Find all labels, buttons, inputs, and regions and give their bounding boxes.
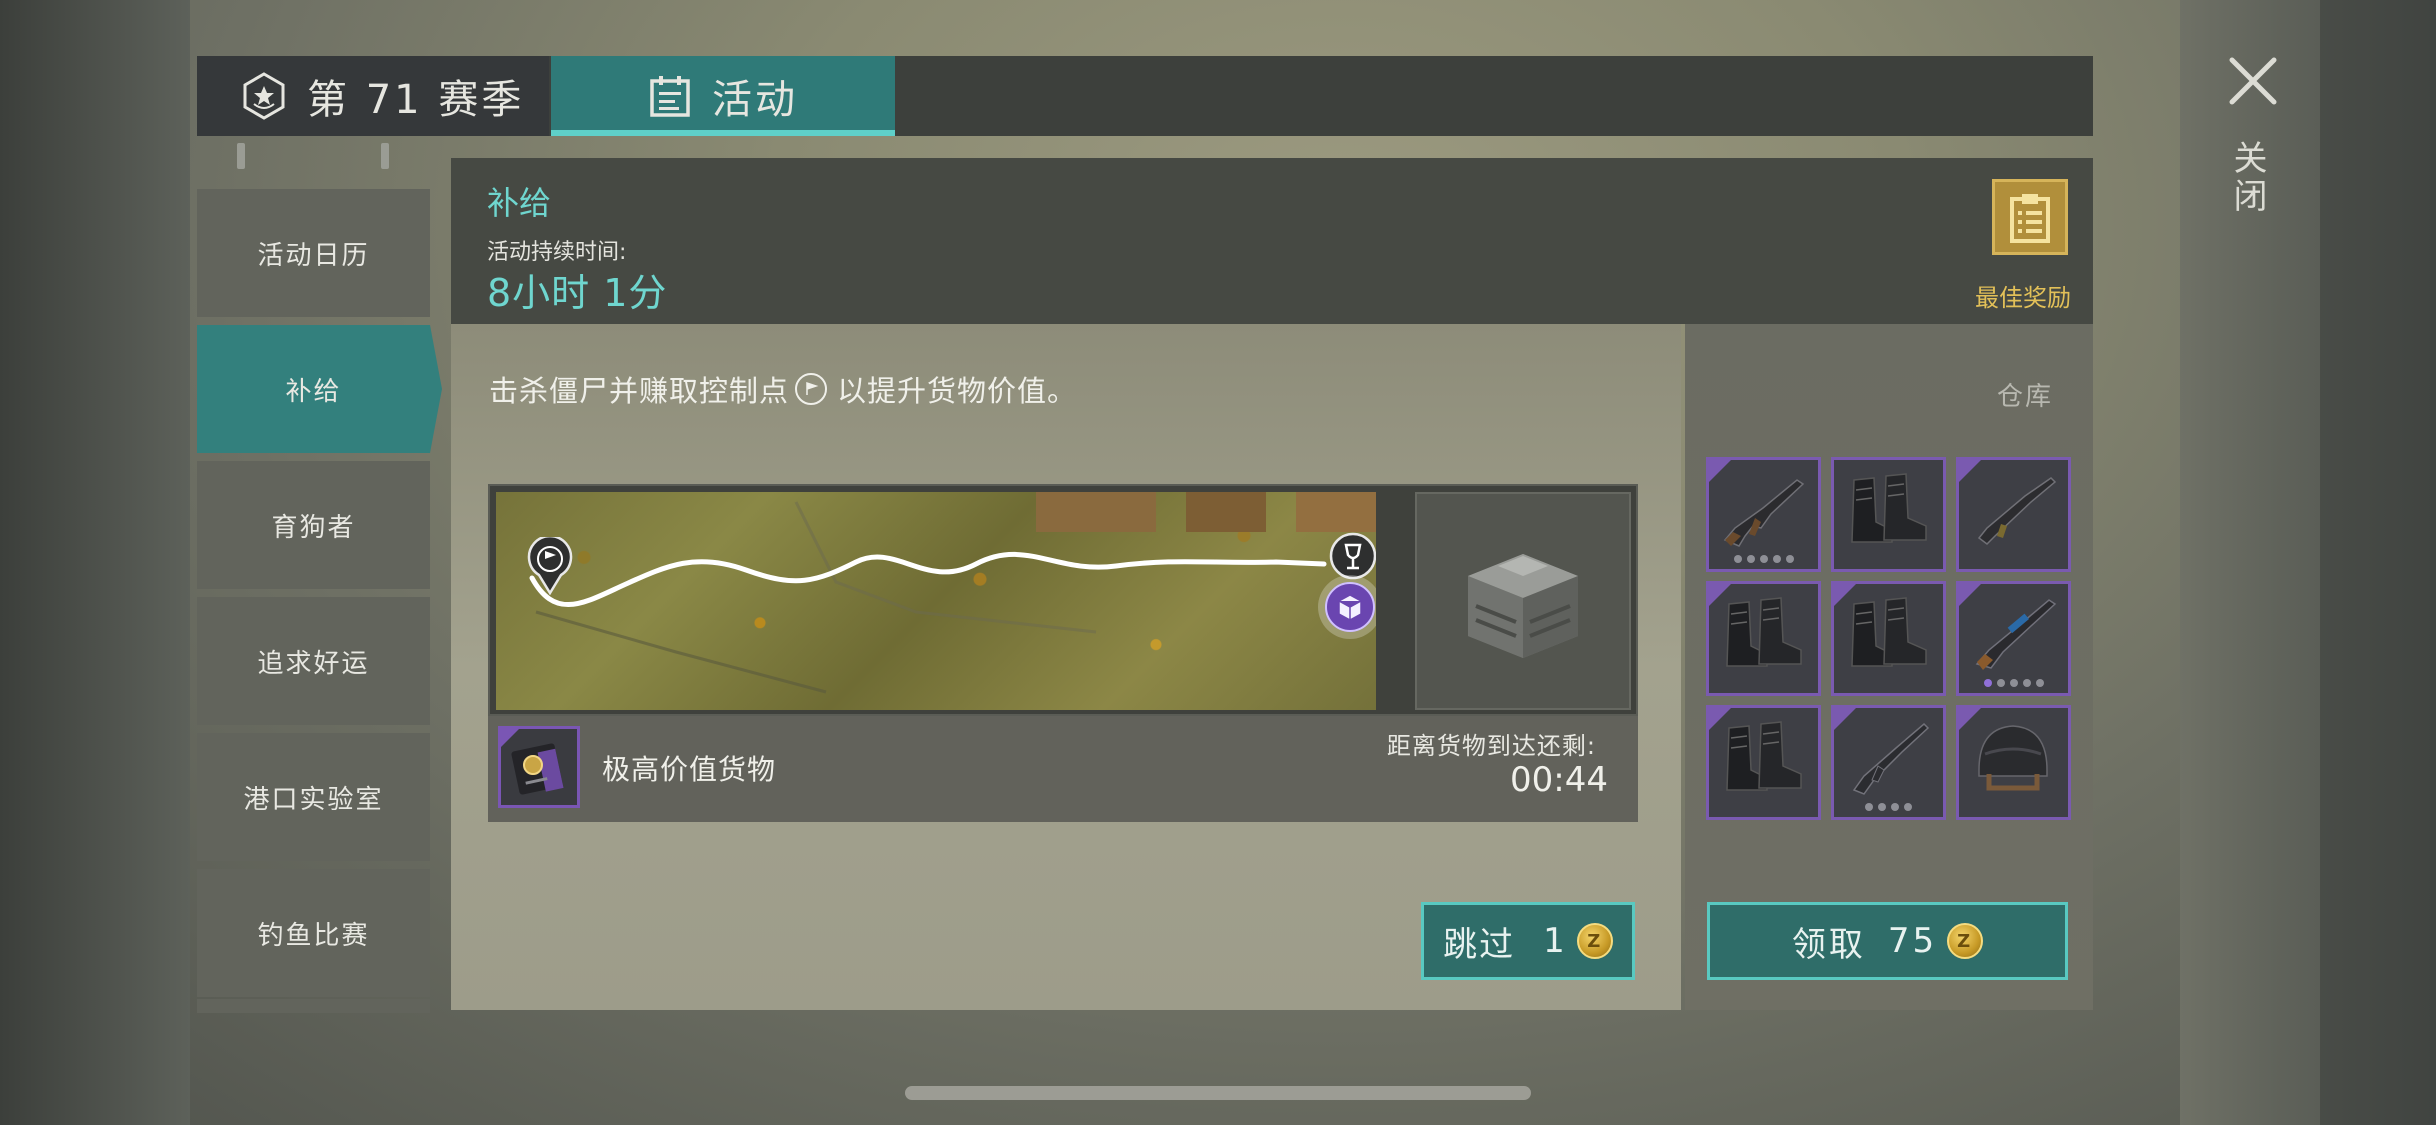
upgrade-dot: [1983, 679, 1992, 687]
skip-cost: 1: [1543, 921, 1567, 961]
event-header: 补给 活动持续时间: 8小时 1分 最佳奖励: [451, 158, 2093, 324]
warehouse-slot[interactable]: [1956, 581, 2071, 696]
background-left: [0, 0, 190, 1125]
upgrade-dot: [2009, 679, 2018, 687]
clipboard-icon: [2010, 194, 2050, 243]
control-point-flag-icon: [795, 373, 828, 405]
close-label[interactable]: 关闭: [2227, 140, 2272, 216]
assault-rifle-scoped-icon: [1975, 599, 2057, 670]
cargo-info-row: 极高价值货物 距离货物到达还剩: 00:44: [488, 716, 1638, 822]
calendar-list-icon: [650, 76, 690, 117]
sidebar-item-port-lab[interactable]: 港口实验室: [197, 733, 430, 861]
cargo-thumbnail[interactable]: [498, 726, 580, 808]
event-body: 击杀僵尸并赚取控制点 以提升货物价值。 极高价值货物 距离货物到达还剩: 00:…: [451, 324, 1681, 1010]
claim-button-label: 领取: [1791, 924, 1866, 965]
tab-activity[interactable]: 活动: [551, 56, 895, 136]
gold-coin-icon: Z: [1947, 923, 1984, 959]
warehouse-slot[interactable]: [1831, 705, 1946, 820]
upgrade-dot: [1904, 803, 1912, 811]
home-indicator[interactable]: [905, 1086, 1531, 1100]
upgrade-dot: [1996, 679, 2005, 687]
sidebar-item-supply[interactable]: 补给: [197, 325, 442, 453]
sidebar-item-dog-breeder[interactable]: 育狗者: [197, 461, 430, 589]
claim-cost: 75: [1887, 921, 1938, 961]
sidebar-item-label: 追求好运: [257, 648, 370, 679]
rail-pin: [237, 143, 245, 169]
best-reward-button[interactable]: [1992, 179, 2068, 255]
claim-button[interactable]: 领取 75 Z: [1707, 902, 2068, 980]
boots-icon: [1851, 597, 1927, 667]
rail-pin: [381, 143, 389, 169]
upgrade-dot: [2035, 679, 2044, 687]
upgrade-dot: [1746, 555, 1755, 563]
upgrade-dot: [1891, 803, 1899, 811]
route-map-box: [488, 484, 1638, 716]
cargo-eta-label: 距离货物到达还剩:: [1386, 732, 1596, 760]
sidebar-item-next[interactable]: [197, 999, 430, 1013]
upgrade-dot: [1878, 803, 1886, 811]
boots-icon: [1726, 597, 1802, 667]
warehouse-panel: 仓库 领取 75 Z: [1685, 324, 2093, 1010]
shotgun-icon: [1977, 477, 2057, 545]
upgrade-dot: [2022, 679, 2031, 687]
upgrade-dots: [1959, 679, 2068, 687]
instruction-text: 击杀僵尸并赚取控制点 以提升货物价值。: [489, 368, 1077, 410]
warehouse-slot[interactable]: [1831, 457, 1946, 572]
sidebar-item-label: 补给: [285, 376, 342, 407]
background-right-band: [2320, 0, 2436, 1125]
boots-icon: [1726, 721, 1802, 791]
dossier-badge-icon: [501, 729, 564, 795]
boots-icon: [1851, 473, 1927, 543]
warehouse-slot[interactable]: [1706, 581, 1821, 696]
cargo-truck-marker-icon: [1318, 575, 1376, 639]
sidebar-item-fishing[interactable]: 钓鱼比赛: [197, 869, 430, 997]
warehouse-slot[interactable]: [1706, 457, 1821, 572]
metal-crate-icon: [1468, 554, 1578, 658]
rifle-m16-icon: [1852, 722, 1930, 795]
activity-sidebar: 活动日历 补给 育狗者 追求好运 港口实验室 钓鱼比赛: [197, 143, 442, 1013]
upgrade-dot: [1772, 555, 1781, 563]
route-path: [529, 501, 1327, 694]
upgrade-dot: [1759, 555, 1768, 563]
route-map: [496, 492, 1376, 710]
sidebar-rail: [197, 143, 430, 179]
upgrade-dot: [1733, 555, 1742, 563]
top-tab-bar: 第 71 赛季 活动: [197, 56, 2093, 136]
season-badge-icon: [243, 72, 285, 120]
upgrade-dot: [1865, 803, 1873, 811]
warehouse-slot[interactable]: [1956, 457, 2071, 572]
tab-season[interactable]: 第 71 赛季: [197, 56, 549, 136]
tab-season-label: 第 71 赛季: [307, 77, 525, 123]
skip-button[interactable]: 跳过 1 Z: [1421, 902, 1635, 980]
sidebar-item-label: 活动日历: [257, 240, 370, 271]
upgrade-dot: [1785, 555, 1794, 563]
warehouse-slot[interactable]: [1956, 705, 2071, 820]
warehouse-label: 仓库: [1996, 382, 2053, 412]
helmet-icon: [1978, 725, 2048, 791]
tab-activity-label: 活动: [712, 77, 798, 123]
sidebar-item-good-luck[interactable]: 追求好运: [197, 597, 430, 725]
event-title: 补给: [487, 184, 552, 222]
warehouse-slot[interactable]: [1831, 581, 1946, 696]
close-icon[interactable]: [2226, 54, 2280, 108]
sidebar-item-label: 钓鱼比赛: [257, 920, 370, 951]
sidebar-item-calendar[interactable]: 活动日历: [197, 189, 430, 317]
instruction-after: 以提升货物价值。: [837, 374, 1078, 408]
cargo-eta-timer: 00:44: [1510, 760, 1608, 800]
upgrade-dots: [1709, 555, 1818, 563]
best-reward-label[interactable]: 最佳奖励: [1975, 278, 2071, 313]
skip-button-label: 跳过: [1443, 924, 1516, 965]
instruction-before: 击杀僵尸并赚取控制点: [489, 374, 790, 408]
cargo-crate-preview: [1415, 492, 1631, 710]
upgrade-dots: [1834, 803, 1943, 811]
sidebar-item-label: 育狗者: [271, 512, 356, 543]
gold-coin-icon: Z: [1576, 923, 1613, 959]
warehouse-slot[interactable]: [1706, 705, 1821, 820]
cargo-name: 极高价值货物: [602, 753, 777, 786]
start-flag-marker-icon: [527, 537, 573, 595]
duration-value: 8小时 1分: [487, 271, 668, 315]
rifle-ak-icon: [1723, 479, 1805, 547]
sidebar-item-label: 港口实验室: [243, 784, 384, 815]
